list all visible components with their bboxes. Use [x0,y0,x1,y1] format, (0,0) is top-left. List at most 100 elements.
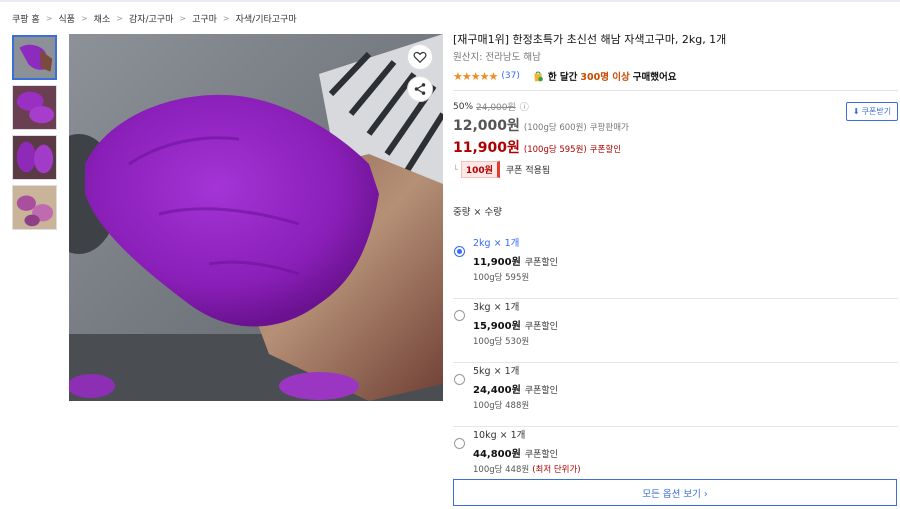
option-unit-text: 100g당 530원 [473,337,530,347]
coupon-applied-text: 쿠폰 적용됨 [505,166,551,176]
option-price-row: 44,800원 쿠폰할인 [473,445,898,460]
purchase-prefix: 한 달간 [547,72,578,83]
breadcrumb-separator: > [80,13,88,23]
option-header: 중량 × 수량 [453,207,502,218]
breadcrumb-item-sweet-potato[interactable]: 고구마 [192,12,217,25]
option-name: 3kg × 1개 [473,302,520,313]
original-price: 24,000원 [476,103,516,113]
option-coupon-label: 쿠폰할인 [524,258,558,268]
star-icon: ★ [470,69,481,83]
thumbnail-image [13,86,56,129]
thumbnail-image [13,186,56,229]
option-unit-text: 100g당 488원 [473,401,530,411]
sale-unit-price: (100g당 600원) [523,123,587,133]
top-border [0,0,900,2]
share-icon [414,83,426,95]
option-price: 15,900원 [473,321,521,332]
coupon-price-row: 11,900원 (100g당 595원) 쿠폰할인 [453,137,898,157]
review-count-link[interactable]: (37) [501,71,519,81]
get-coupon-button[interactable]: ⬇ 쿠폰받기 [846,102,898,121]
rating-row: ★ ★ ★ ★ ★ (37) 한 달간 300명 이상 구매했어요 [453,69,898,84]
share-button[interactable] [407,76,433,102]
thumbnail-image [14,37,55,78]
breadcrumb-item-home[interactable]: 쿠팡 홈 [12,12,40,25]
coupon-amount-badge: 100원 [460,161,500,178]
coupon-label: 쿠폰할인 [589,145,622,155]
breadcrumb-item-potato[interactable]: 감자/고구마 [129,12,173,25]
sweet-potato-photo [69,34,443,401]
purchase-suffix: 구매했어요 [632,72,677,83]
divider [453,90,898,91]
breadcrumb-separator: > [116,13,123,23]
sale-price-row: 12,000원 (100g당 600원) 쿠팡판매가 [453,115,898,135]
option-unit-price: 100g당 530원 [473,335,898,347]
product-info-panel: [재구매1위] 한정초특가 초신선 해남 자색고구마, 2kg, 1개 원산지:… [453,32,898,491]
thumbnail-4[interactable] [12,185,57,230]
option-coupon-label: 쿠폰할인 [524,322,558,332]
option-name: 5kg × 1개 [473,366,520,377]
sale-price: 12,000원 [453,118,520,134]
option-radio[interactable] [454,438,465,449]
corner-arrow-icon: └ [453,165,458,174]
option-coupon-label: 쿠폰할인 [524,386,558,396]
sale-label: 쿠팡판매가 [589,123,629,133]
option-name: 10kg × 1개 [473,430,526,441]
breadcrumb-separator: > [179,13,187,23]
info-icon[interactable]: ⓘ [520,100,529,113]
star-icon: ★ [479,69,490,83]
discount-row: 50% 24,000원 ⓘ [453,100,898,114]
option-radio[interactable] [454,246,465,257]
star-icon: ★ [488,69,499,83]
download-icon: ⬇ [852,107,860,116]
coupon-unit-price: (100g당 595원) [523,145,587,155]
option-price: 44,800원 [473,449,521,460]
option-price: 24,400원 [473,385,521,396]
option-unit-price: 100g당 448원 (최저 단위가) [473,463,898,475]
thumbnail-image [13,136,56,179]
option-unit-text: 100g당 448원 [473,465,530,475]
lowest-unit-price-label: (최저 단위가) [532,465,581,475]
option-price-row: 15,900원 쿠폰할인 [473,317,898,332]
option-list: 2kg × 1개 11,900원 쿠폰할인 100g당 595원 3kg × 1… [453,235,898,491]
thumbnail-2[interactable] [12,85,57,130]
thumbnail-1[interactable] [12,35,57,80]
option-price: 11,900원 [473,257,521,268]
option-unit-text: 100g당 595원 [473,273,530,283]
discount-rate: 50% [453,101,474,112]
price-block: 50% 24,000원 ⓘ 12,000원 (100g당 600원) 쿠팡판매가… [453,100,898,178]
bag-icon [534,71,543,82]
option-item[interactable]: 3kg × 1개 15,900원 쿠폰할인 100g당 530원 [453,299,898,363]
thumbnail-3[interactable] [12,135,57,180]
purchase-count: 300명 이상 [580,72,630,83]
option-coupon-label: 쿠폰할인 [524,450,558,460]
option-item[interactable]: 2kg × 1개 11,900원 쿠폰할인 100g당 595원 [453,235,898,299]
breadcrumb-separator: > [222,13,230,23]
option-unit-price: 100g당 595원 [473,271,898,283]
heart-icon [413,51,427,64]
breadcrumb-item-food[interactable]: 식품 [58,12,75,25]
star-icon: ★ [453,69,463,83]
rating-stars[interactable]: ★ ★ ★ ★ ★ [453,69,499,83]
breadcrumb-separator: > [45,13,53,23]
option-item[interactable]: 5kg × 1개 24,400원 쿠폰할인 100g당 488원 [453,363,898,427]
main-product-image[interactable] [69,34,443,401]
option-name: 2kg × 1개 [473,238,520,249]
product-origin: 원산지: 전라남도 해남 [453,52,541,63]
star-icon: ★ [461,69,472,83]
wishlist-button[interactable] [407,44,433,70]
option-radio[interactable] [454,310,465,321]
breadcrumb-item-purple[interactable]: 자색/기타고구마 [236,12,297,25]
option-radio[interactable] [454,374,465,385]
view-all-options-button[interactable]: 모든 옵션 보기 › [453,479,897,506]
thumbnail-list [12,35,59,235]
purchase-count-note: 한 달간 300명 이상 구매했어요 [532,69,677,83]
product-title: [재구매1위] 한정초특가 초신선 해남 자색고구마, 2kg, 1개 [453,33,727,46]
option-unit-price: 100g당 488원 [473,399,898,411]
breadcrumb-item-vegetables[interactable]: 채소 [94,12,111,25]
coupon-applied-row: └ 100원 쿠폰 적용됨 [453,161,898,178]
option-price-row: 24,400원 쿠폰할인 [473,381,898,396]
breadcrumb: 쿠팡 홈 > 식품 > 채소 > 감자/고구마 > 고구마 > 자색/기타고구마 [12,11,297,25]
get-coupon-label: 쿠폰받기 [861,107,892,116]
option-price-row: 11,900원 쿠폰할인 [473,253,898,268]
coupon-price: 11,900원 [453,140,520,156]
